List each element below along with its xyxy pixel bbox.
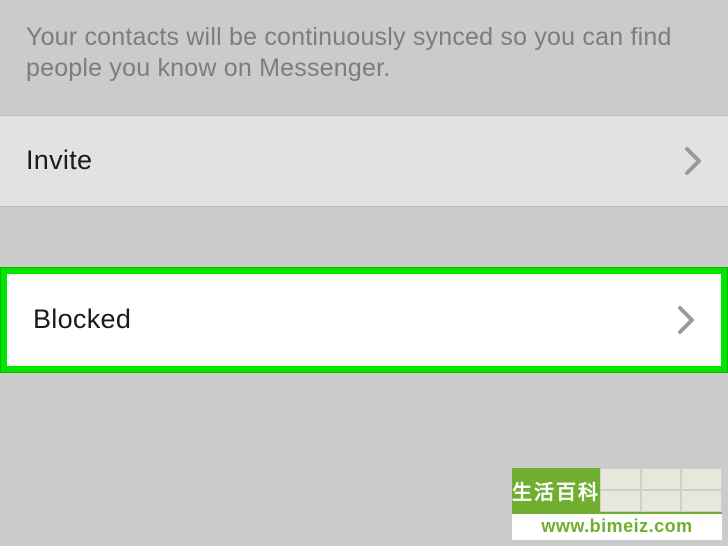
watermark: 生活百科 www.bimeiz.com	[512, 468, 722, 540]
watermark-grid-icon	[600, 468, 722, 512]
chevron-right-icon	[684, 146, 702, 176]
invite-row[interactable]: Invite	[0, 115, 728, 207]
watermark-title: 生活百科	[512, 468, 600, 512]
invite-label: Invite	[26, 145, 92, 176]
blocked-row[interactable]: Blocked	[7, 274, 721, 366]
blocked-label: Blocked	[33, 304, 131, 335]
blocked-highlight: Blocked	[0, 267, 728, 373]
watermark-url: www.bimeiz.com	[512, 512, 722, 540]
sync-description: Your contacts will be continuously synce…	[0, 0, 728, 115]
chevron-right-icon	[677, 305, 695, 335]
